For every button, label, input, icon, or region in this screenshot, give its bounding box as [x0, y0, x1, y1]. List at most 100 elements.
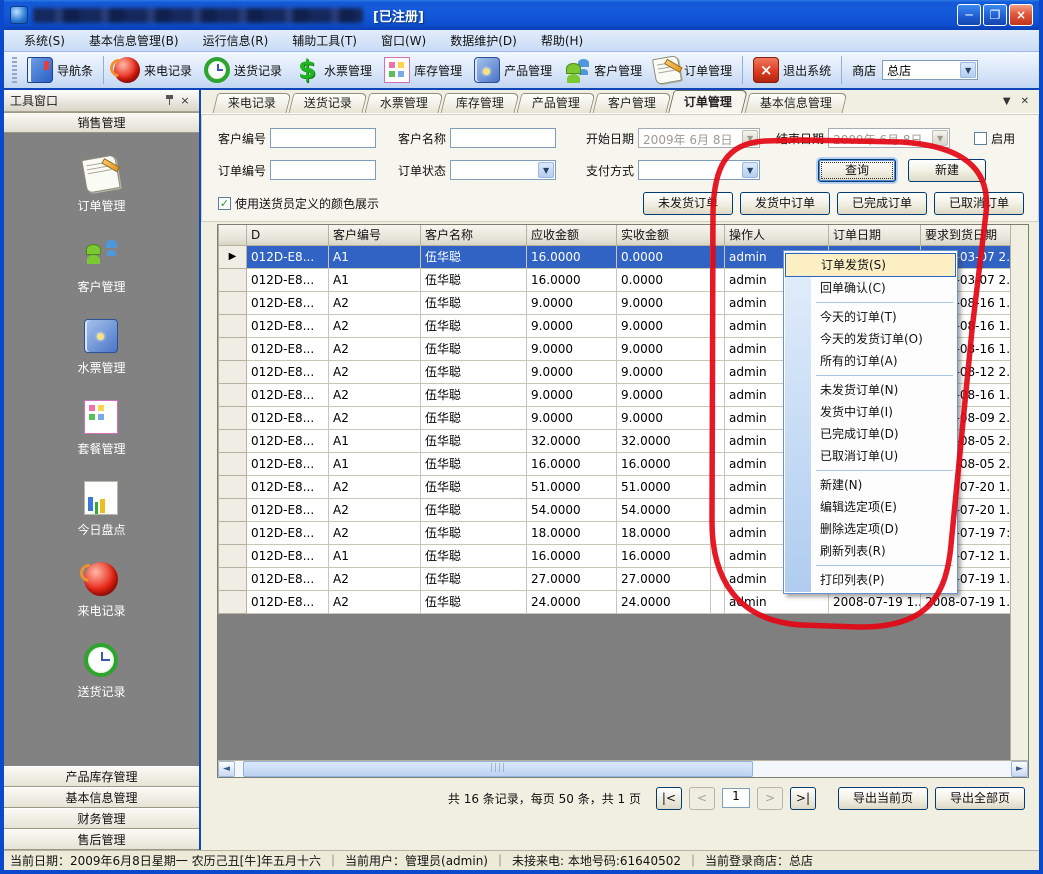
minimize-button[interactable]: ─ [957, 4, 981, 26]
cell-spacer[interactable] [711, 406, 725, 429]
cell-received[interactable]: 18.0000 [617, 521, 711, 544]
row-selector-cell[interactable]: ▶ [219, 314, 247, 337]
cell-id[interactable]: 012D-E8... [247, 383, 329, 406]
cell-customer-no[interactable]: A1 [329, 268, 421, 291]
cell-id[interactable]: 012D-E8... [247, 544, 329, 567]
cell-receivable[interactable]: 16.0000 [527, 268, 617, 291]
cell-id[interactable]: 012D-E8... [247, 337, 329, 360]
context-menu-item[interactable]: 已取消订单(U) [784, 445, 957, 467]
context-menu-item[interactable]: 未发货订单(N) [784, 379, 957, 401]
toolbar-water-ticket[interactable]: $水票管理 [288, 54, 378, 86]
cell-received[interactable]: 9.0000 [617, 383, 711, 406]
prev-page-button[interactable]: < [689, 787, 715, 810]
row-selector-cell[interactable]: ▶ [219, 567, 247, 590]
sidebar-item-daily-check[interactable]: 今日盘点 [77, 481, 125, 538]
cell-customer-no[interactable]: A2 [329, 406, 421, 429]
cell-customer-name[interactable]: 伍华聪 [421, 567, 527, 590]
toolbar-delivery-records[interactable]: 送货记录 [198, 54, 288, 86]
cell-spacer[interactable] [711, 337, 725, 360]
context-menu-item[interactable]: 订单发货(S) [785, 253, 956, 277]
export-all-pages-button[interactable]: 导出全部页 [935, 787, 1025, 810]
horizontal-scrollbar[interactable]: ◄ ► [218, 760, 1028, 777]
row-selector-cell[interactable]: ▶ [219, 383, 247, 406]
filter-cancelled-button[interactable]: 已取消订单 [934, 192, 1024, 215]
context-menu-item[interactable]: 所有的订单(A) [784, 350, 957, 372]
chevron-down-icon[interactable]: ▼ [742, 162, 758, 178]
close-button[interactable]: × [1009, 4, 1033, 26]
context-menu-item[interactable]: 今天的订单(T) [784, 306, 957, 328]
last-page-button[interactable]: >| [790, 787, 816, 810]
sidebar-item-delivery-records[interactable]: 送货记录 [77, 643, 125, 700]
cell-customer-no[interactable]: A2 [329, 291, 421, 314]
cell-received[interactable]: 51.0000 [617, 475, 711, 498]
cell-customer-no[interactable]: A2 [329, 475, 421, 498]
cell-spacer[interactable] [711, 429, 725, 452]
cell-customer-no[interactable]: A2 [329, 590, 421, 613]
row-selector-cell[interactable]: ▶ [219, 544, 247, 567]
cell-customer-name[interactable]: 伍华聪 [421, 544, 527, 567]
order-status-dropdown[interactable]: ▼ [450, 160, 556, 180]
cell-id[interactable]: 012D-E8... [247, 268, 329, 291]
context-menu-item[interactable]: 打印列表(P) [784, 569, 957, 591]
toolbar-exit[interactable]: ×退出系统 [747, 54, 837, 86]
cell-customer-name[interactable]: 伍华聪 [421, 475, 527, 498]
tab-delivery-records[interactable]: 送货记录 [289, 93, 368, 113]
cell-spacer[interactable] [711, 544, 725, 567]
cell-receivable[interactable]: 9.0000 [527, 383, 617, 406]
context-menu-item[interactable]: 已完成订单(D) [784, 423, 957, 445]
cell-received[interactable]: 16.0000 [617, 544, 711, 567]
menu-basic-info[interactable]: 基本信息管理(B) [77, 30, 191, 51]
close-icon[interactable]: × [177, 94, 193, 108]
row-selector-cell[interactable]: ▶ [219, 590, 247, 613]
order-no-input[interactable] [270, 160, 376, 180]
cell-spacer[interactable] [711, 590, 725, 613]
cell-customer-no[interactable]: A2 [329, 337, 421, 360]
cell-received[interactable]: 24.0000 [617, 590, 711, 613]
tab-call-records[interactable]: 来电记录 [213, 93, 292, 113]
tab-inventory[interactable]: 库存管理 [441, 93, 520, 113]
customer-no-input[interactable] [270, 128, 376, 148]
filter-completed-button[interactable]: 已完成订单 [837, 192, 927, 215]
cell-id[interactable]: 012D-E8... [247, 590, 329, 613]
sidebar-section-product-stock[interactable]: 产品库存管理 [4, 766, 199, 787]
sidebar-item-customers[interactable]: 客户管理 [77, 238, 125, 295]
cell-received[interactable]: 54.0000 [617, 498, 711, 521]
scroll-right-icon[interactable]: ► [1011, 761, 1028, 777]
cell-receivable[interactable]: 54.0000 [527, 498, 617, 521]
start-date-picker[interactable]: 2009年 6月 8日▼ [638, 128, 760, 148]
cell-spacer[interactable] [711, 498, 725, 521]
cell-spacer[interactable] [711, 245, 725, 268]
cell-customer-no[interactable]: A2 [329, 521, 421, 544]
cell-customer-name[interactable]: 伍华聪 [421, 383, 527, 406]
cell-spacer[interactable] [711, 291, 725, 314]
row-selector-cell[interactable]: ▶ [219, 337, 247, 360]
first-page-button[interactable]: |< [656, 787, 682, 810]
context-menu-item[interactable]: 今天的发货订单(O) [784, 328, 957, 350]
toolbar-call-records[interactable]: 来电记录 [108, 54, 198, 86]
cell-customer-no[interactable]: A2 [329, 360, 421, 383]
toolbar-customers[interactable]: 客户管理 [558, 54, 648, 86]
col-header-required-date[interactable]: 要求到货日期 [921, 225, 1011, 245]
cell-customer-name[interactable]: 伍华聪 [421, 590, 527, 613]
cell-customer-name[interactable]: 伍华聪 [421, 429, 527, 452]
context-menu-item[interactable]: 删除选定项(D) [784, 518, 957, 540]
sidebar-item-orders[interactable]: 订单管理 [77, 157, 125, 214]
next-page-button[interactable]: > [757, 787, 783, 810]
row-selector-cell[interactable]: ▶ [219, 360, 247, 383]
cell-customer-name[interactable]: 伍华聪 [421, 314, 527, 337]
sidebar-section-basic-info[interactable]: 基本信息管理 [4, 787, 199, 808]
cell-id[interactable]: 012D-E8... [247, 429, 329, 452]
cell-customer-no[interactable]: A1 [329, 544, 421, 567]
shop-dropdown[interactable]: 总店▼ [882, 60, 978, 80]
cell-customer-name[interactable]: 伍华聪 [421, 498, 527, 521]
cell-customer-name[interactable]: 伍华聪 [421, 291, 527, 314]
cell-id[interactable]: 012D-E8... [247, 360, 329, 383]
cell-received[interactable]: 0.0000 [617, 268, 711, 291]
cell-customer-name[interactable]: 伍华聪 [421, 360, 527, 383]
col-header-customer-name[interactable]: 客户名称 [421, 225, 527, 245]
scroll-left-icon[interactable]: ◄ [218, 761, 235, 777]
cell-received[interactable]: 27.0000 [617, 567, 711, 590]
row-selector-cell[interactable]: ▶ [219, 475, 247, 498]
cell-spacer[interactable] [711, 314, 725, 337]
cell-receivable[interactable]: 9.0000 [527, 337, 617, 360]
